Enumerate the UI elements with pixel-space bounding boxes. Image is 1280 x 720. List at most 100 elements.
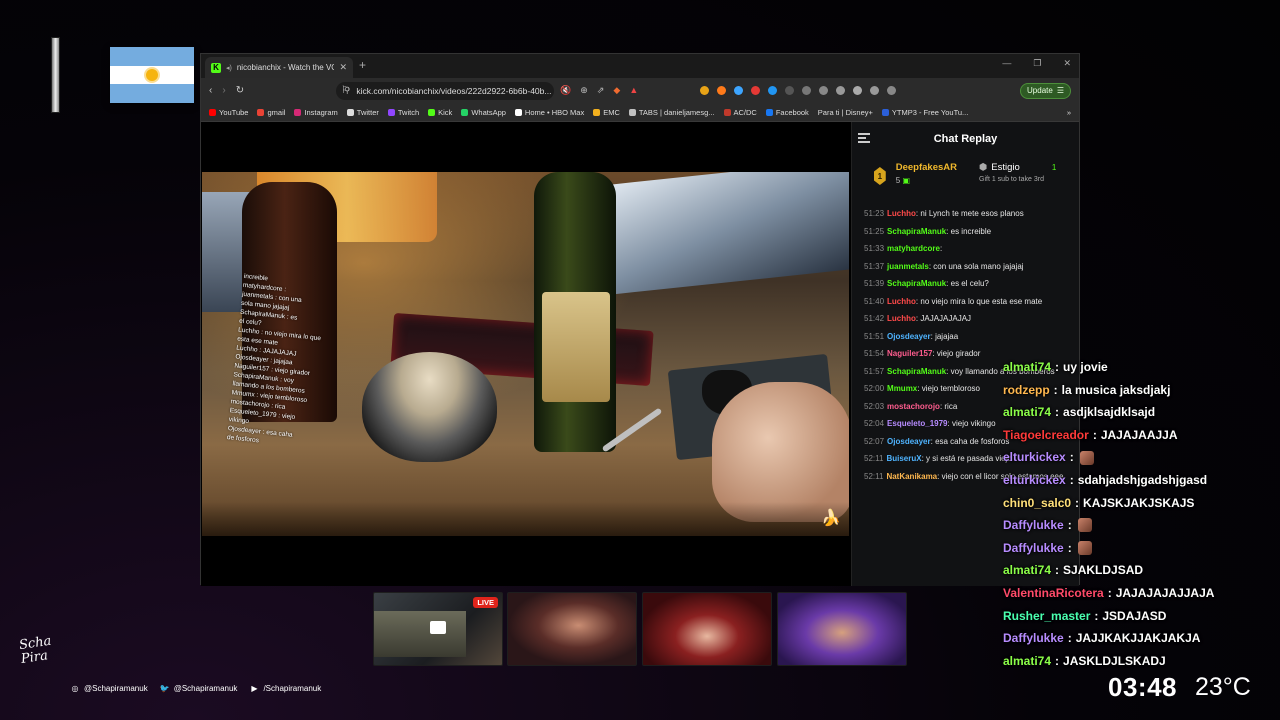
- second-gifter-name[interactable]: Estigio: [991, 162, 1020, 173]
- menu-icon: ☰: [1056, 86, 1064, 95]
- bookmark-acdc[interactable]: AC/DC: [723, 108, 757, 117]
- download-icon[interactable]: [836, 86, 846, 95]
- stream-thumbnail-1[interactable]: LIVE: [373, 592, 503, 666]
- gift-sub-hint: Gift 1 sub to take 3rd: [979, 176, 1044, 183]
- extension-icon-5[interactable]: [768, 86, 778, 95]
- bookmark-twitch[interactable]: Twitch: [387, 107, 420, 117]
- close-tab-icon[interactable]: ✕: [339, 62, 347, 73]
- bookmark-twitter[interactable]: Twitter: [346, 108, 379, 117]
- bookmark-hbo[interactable]: Home • HBO Max: [514, 108, 584, 117]
- video-player[interactable]: increible matyhardcore : juanmetals : con …: [201, 122, 851, 586]
- extension-icon-1[interactable]: [700, 86, 710, 95]
- extension-icon-6[interactable]: [785, 86, 795, 95]
- stream-chat-message: elturkickex: sdahjadshjgadshjgasd: [1003, 469, 1273, 492]
- browser-tab[interactable]: K ◂) nicobianchix - Watch the VOD ✕: [205, 57, 353, 78]
- hbo-icon: [514, 108, 522, 116]
- extension-icon-7[interactable]: [802, 86, 812, 95]
- stream-chat-message: Daffylukke:: [1003, 537, 1273, 560]
- message-user[interactable]: juanmetals: [887, 262, 929, 271]
- extension-icon-4[interactable]: [751, 86, 761, 95]
- bookmark-tabs[interactable]: TABS | danieljamesg...: [628, 108, 715, 117]
- bookmark-label: Para ti | Disney+: [817, 107, 873, 117]
- message-time: 51:57: [864, 366, 885, 376]
- message-user[interactable]: matyhardcore: [887, 244, 940, 253]
- top-gifter-name[interactable]: DeepfakesAR: [896, 162, 957, 173]
- collapse-chat-icon[interactable]: [858, 133, 870, 143]
- message-user[interactable]: Luchho: [887, 314, 916, 323]
- youtube-icon: [209, 108, 216, 116]
- extension-icon-2[interactable]: [717, 86, 727, 95]
- bookmark-kick[interactable]: Kick: [428, 108, 452, 117]
- chat-message: 51:37 juanmetals: con una sola mano jajaj…: [864, 261, 1073, 273]
- message-text: viejo tembloroso: [921, 384, 980, 393]
- message-text: viejo vikingo: [951, 419, 996, 428]
- social-links: ◎ @Schapiramanuk 🐦 @Schapiramanuk ▶/Schapi…: [70, 683, 322, 693]
- chat-title: Chat Replay: [933, 133, 998, 145]
- bookmark-facebook[interactable]: Facebook: [765, 108, 809, 117]
- chat-user: Tiagoelcreador: [1003, 427, 1089, 442]
- minimize-icon[interactable]: —: [1002, 58, 1011, 69]
- message-time: 51:37: [864, 261, 885, 271]
- close-window-icon[interactable]: ✕: [1063, 58, 1071, 69]
- message-user[interactable]: NatKanikama: [886, 472, 937, 481]
- message-time: 52:07: [864, 436, 885, 446]
- message-user[interactable]: SchapiraManuk: [887, 227, 946, 236]
- bookmark-emc[interactable]: EMC: [593, 108, 620, 117]
- bookmark-ytmp3[interactable]: YTMP3 - Free YouTu...: [881, 108, 968, 117]
- video-overlay-chat: increible matyhardcore : juanmetals : con …: [220, 272, 353, 512]
- chat-colon: :: [1107, 585, 1112, 600]
- message-user[interactable]: mostachorojo: [887, 402, 940, 411]
- message-user[interactable]: Ojosdeayer: [887, 437, 931, 446]
- bookmark-gmail[interactable]: gmail: [257, 108, 285, 117]
- address-bar[interactable]: ⚲ kick.com/nicobianchix/videos/222d2922-…: [336, 81, 555, 100]
- sidebar-icon[interactable]: [870, 86, 880, 95]
- bookmark-disney[interactable]: Para ti | Disney+: [818, 108, 873, 117]
- more-bookmarks-icon[interactable]: »: [1067, 108, 1071, 117]
- brave-shield-icon[interactable]: ◆: [613, 85, 620, 96]
- bookmark-youtube[interactable]: YouTube: [209, 108, 248, 117]
- zoom-icon[interactable]: ⊕: [580, 85, 588, 96]
- extensions-icon[interactable]: [819, 86, 829, 95]
- stream-thumbnail-4[interactable]: [777, 592, 907, 666]
- bookmark-instagram[interactable]: Instagram: [294, 108, 338, 117]
- message-user[interactable]: Luchho: [887, 209, 916, 218]
- chat-colon: :: [1069, 472, 1074, 487]
- video-frame[interactable]: increible matyhardcore : juanmetals : con …: [202, 172, 849, 536]
- mute-icon[interactable]: 🔇: [560, 85, 571, 96]
- message-user[interactable]: SchapiraManuk: [887, 279, 946, 288]
- stream-thumbnail-2[interactable]: [507, 592, 637, 666]
- chat-text: asdjklsajdklsajd: [1063, 405, 1156, 420]
- message-user[interactable]: Esqueleto_1979: [887, 419, 947, 428]
- message-user[interactable]: BuiseruX: [886, 454, 921, 463]
- message-user[interactable]: Luchho: [887, 297, 916, 306]
- message-user[interactable]: Mmumx: [887, 384, 917, 393]
- message-user[interactable]: SchapiraManuk: [887, 367, 946, 376]
- message-user[interactable]: Naguiler157: [887, 349, 932, 358]
- bookmark-label: Twitch: [397, 107, 420, 117]
- chat-message: 51:42 Luchho: JAJAJAJAJAJ: [864, 313, 1073, 325]
- stream-thumbnail-3[interactable]: [642, 592, 772, 666]
- update-button[interactable]: Update ☰: [1020, 82, 1071, 99]
- maximize-icon[interactable]: ❐: [1033, 58, 1041, 69]
- bookmark-label: WhatsApp: [471, 107, 506, 117]
- bookmark-whatsapp[interactable]: WhatsApp: [461, 108, 506, 117]
- chat-text: la musica jaksdjakj: [1061, 382, 1171, 397]
- chat-user: chin0_salc0: [1003, 495, 1072, 510]
- share-icon[interactable]: ⇗: [597, 85, 605, 96]
- chat-user: elturkickex: [1003, 472, 1066, 487]
- reload-icon[interactable]: ↻: [236, 85, 244, 96]
- bookmark-icon[interactable]: ⚐: [341, 85, 350, 96]
- gift-icon: ▣: [902, 176, 910, 185]
- message-colon: :: [939, 244, 943, 253]
- message-text: no viejo mira lo que esta ese mate: [920, 296, 1043, 306]
- schapira-logo: Scha Pira: [18, 633, 53, 667]
- media-icon[interactable]: [853, 86, 863, 95]
- extension-icon-3[interactable]: [734, 86, 744, 95]
- forward-icon[interactable]: ›: [222, 85, 225, 96]
- message-user[interactable]: Ojosdeayer: [887, 332, 931, 341]
- rewards-icon[interactable]: ▲: [629, 85, 638, 96]
- back-icon[interactable]: ‹: [209, 85, 212, 96]
- wallet-icon[interactable]: [887, 86, 897, 95]
- thumb-scene: [374, 611, 466, 657]
- new-tab-button[interactable]: +: [359, 58, 366, 72]
